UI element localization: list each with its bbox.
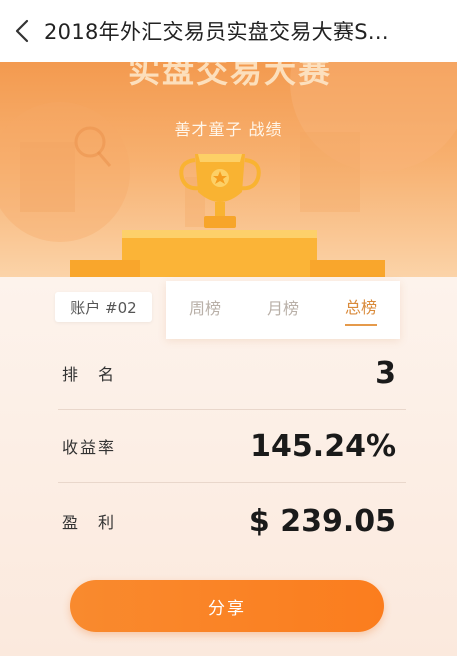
- rank-label: 排 名: [62, 365, 117, 384]
- back-button[interactable]: [0, 0, 44, 62]
- profit-row: 盈 利 $ 239.05: [58, 485, 406, 557]
- tab-weekly[interactable]: 周榜: [189, 295, 221, 325]
- hero-subtitle: 善才童子 战绩: [174, 120, 283, 139]
- hero-banner: 实盘交易大赛 善才童子 战绩: [0, 62, 457, 277]
- chevron-left-icon: [15, 19, 29, 43]
- rank-value: 3: [375, 355, 396, 391]
- top-nav-bar: 2018年外汇交易员实盘交易大赛S...: [0, 0, 457, 63]
- tab-overall[interactable]: 总榜: [344, 294, 377, 326]
- share-button[interactable]: 分享: [70, 580, 384, 632]
- leaderboard-tabs: 周榜 月榜 总榜: [166, 281, 400, 339]
- return-rate-value: 145.24%: [250, 428, 396, 464]
- return-rate-row: 收益率 145.24%: [58, 410, 406, 483]
- rank-row: 排 名 3: [58, 337, 406, 410]
- return-rate-label: 收益率: [62, 438, 117, 457]
- tab-monthly[interactable]: 月榜: [267, 295, 299, 325]
- page-title: 2018年外汇交易员实盘交易大赛S...: [44, 20, 389, 44]
- hero-illustration: [0, 62, 457, 277]
- profit-value: $ 239.05: [248, 503, 396, 539]
- banner-title: 实盘交易大赛: [127, 62, 332, 90]
- account-badge: 账户 #02: [55, 292, 152, 322]
- profit-label: 盈 利: [62, 513, 117, 532]
